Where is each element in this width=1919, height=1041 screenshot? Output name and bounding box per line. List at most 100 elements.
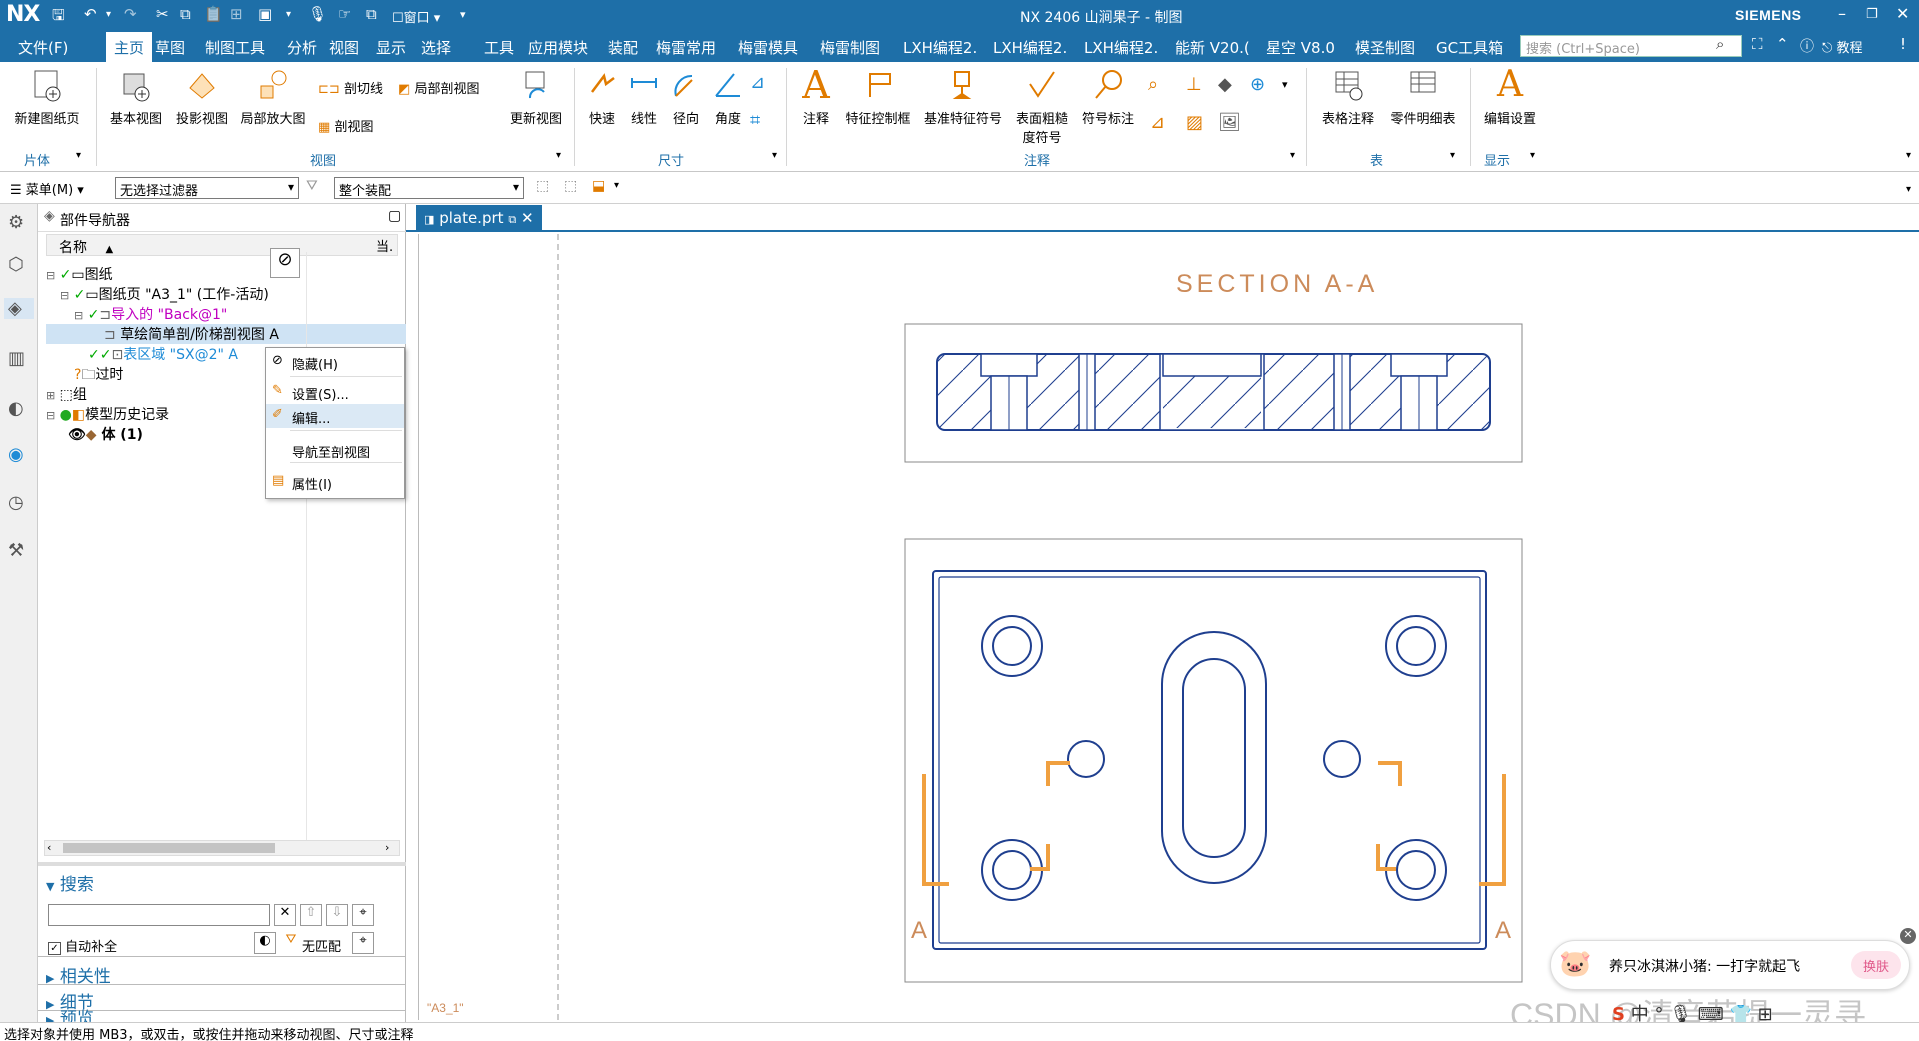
menu-tab-16[interactable]: LXH编程2. — [1084, 37, 1158, 58]
eye-icon[interactable]: 👁 — [68, 427, 86, 443]
snap-dropdown-icon[interactable]: ▾ — [614, 180, 619, 191]
tree-node-sheet[interactable]: ⊟ ✓▭图纸页 "A3_1" (工作-活动) — [60, 284, 320, 304]
popup-close-icon[interactable]: ✕ — [1900, 928, 1916, 944]
save-icon[interactable]: 🖫 — [52, 5, 65, 30]
drawing-canvas[interactable]: SECTION A-A A A "A3_1" — [418, 234, 1919, 1020]
window-menu[interactable]: ☐窗口 ▾ — [392, 7, 440, 26]
tree-node-imported-view[interactable]: ⊟ ✓⊐导入的 "Back@1" — [74, 304, 274, 324]
tabular-note-button[interactable]: 表格注释 — [1314, 68, 1382, 127]
menu-tab-12[interactable]: 梅雷模具 — [738, 37, 798, 58]
section-geometry[interactable] — [936, 353, 1491, 431]
menu-tab-3[interactable]: 制图工具 — [205, 37, 265, 58]
tree-node-section-view[interactable]: ⊐ 草绘简单剖/阶梯剖视图 A — [46, 324, 406, 344]
radial-dimension-button[interactable]: 径向 — [666, 68, 706, 127]
partial-section-button[interactable]: ◩ 局部剖视图 — [398, 78, 479, 97]
skin-button[interactable]: 换肤 — [1851, 951, 1901, 979]
hatch-icon[interactable]: ▨ — [1186, 112, 1203, 133]
menu-tab-2[interactable]: 草图 — [155, 37, 185, 58]
rapid-dimension-button[interactable]: 快速 — [582, 68, 622, 127]
paste-special-icon[interactable]: ⊞ — [230, 5, 243, 23]
ordinate-dimension-icon[interactable]: ⊿ — [750, 72, 765, 93]
customize-qat-icon[interactable]: ▾ — [460, 8, 466, 21]
part-navigator-icon[interactable]: ◈ — [4, 298, 34, 319]
locate-result-icon[interactable]: ⌖ — [352, 932, 374, 954]
search-icon[interactable]: ⌕ — [1716, 35, 1724, 53]
tree-node-drawing[interactable]: ⊟ ✓▭图纸 — [46, 264, 306, 284]
detail-view-button[interactable]: 局部放大图 — [236, 68, 310, 127]
group-display-dropdown-icon[interactable]: ▾ — [1530, 150, 1535, 161]
menu-tab-10[interactable]: 装配 — [608, 37, 638, 58]
history-icon[interactable]: ◷ — [8, 492, 24, 513]
tree-node-history[interactable]: ⊟ ●◧模型历史记录 — [46, 404, 246, 424]
locate-icon[interactable]: ⌖ — [352, 904, 374, 926]
panel-splitter[interactable] — [38, 862, 406, 866]
horizontal-scrollbar[interactable]: ‹ › — [44, 840, 400, 856]
undo-dropdown-icon[interactable]: ▾ — [106, 9, 111, 20]
tree-node-outdated[interactable]: ?🗀过时 — [74, 364, 274, 384]
menu-item-edit[interactable]: ✐ 编辑... — [266, 404, 404, 428]
menu-tab-6[interactable]: 显示 — [376, 37, 406, 58]
fullscreen-icon[interactable]: ⛶ — [1752, 35, 1763, 53]
tab-dock-icon[interactable]: ⧉ — [508, 213, 516, 226]
linear-dimension-button[interactable]: 线性 — [624, 68, 664, 127]
center-mark-dropdown-icon[interactable]: ▾ — [1282, 78, 1288, 91]
ime-popup[interactable]: 🐷 养只冰淇淋小猪: 一打字就起飞 换肤 — [1550, 940, 1910, 990]
menu-tab-11[interactable]: 梅雷常用 — [656, 37, 716, 58]
touch-mode-icon[interactable]: ☞ — [338, 5, 351, 23]
search-up-icon[interactable]: ⇧ — [300, 904, 322, 926]
new-sheet-button[interactable]: 新建图纸页 — [10, 68, 84, 127]
reuse-library-icon[interactable]: ▥ — [8, 348, 25, 369]
settings-gear-icon[interactable]: ⚙ — [8, 212, 24, 233]
sort-asc-icon[interactable]: ▲ — [105, 244, 113, 255]
center-mark-icon[interactable]: ⊕ — [1250, 74, 1265, 95]
search-down-icon[interactable]: ⇩ — [326, 904, 348, 926]
group-annotation-dropdown-icon[interactable]: ▾ — [1290, 150, 1295, 161]
autocomplete-checkbox[interactable]: ✓ 自动补全 — [48, 936, 117, 955]
restore-icon[interactable]: ❐ — [1866, 7, 1878, 22]
menu-tab-18[interactable]: 星空 V8.0 — [1266, 37, 1335, 58]
plan-geometry[interactable] — [932, 570, 1487, 950]
tree-node-body[interactable]: 👁◆ 体 (1) — [68, 424, 268, 444]
main-menu-button[interactable]: ☰ 菜单(M) ▾ — [10, 179, 84, 198]
hd3d-icon[interactable]: ◐ — [8, 398, 24, 419]
tab-close-icon[interactable]: ✕ — [521, 209, 534, 227]
weld-symbol-icon[interactable]: ⊿ — [1150, 112, 1165, 133]
paste-icon[interactable]: 📋 — [204, 5, 223, 23]
menu-tab-4[interactable]: 分析 — [287, 37, 317, 58]
menu-tab-14[interactable]: LXH编程2. — [903, 37, 977, 58]
navigator-search-input[interactable] — [48, 904, 270, 926]
web-browser-icon[interactable]: ◉ — [8, 444, 24, 465]
scroll-left-icon[interactable]: ‹ — [47, 841, 51, 854]
expand-icon[interactable]: ⊞ — [46, 389, 55, 402]
menu-item-properties[interactable]: ▤ 属性(I) — [266, 470, 404, 494]
column-name[interactable]: 名称 — [59, 240, 87, 256]
magnifier-annotation-icon[interactable]: ⌕ — [1148, 74, 1158, 95]
menu-tab-0[interactable]: 文件(F) — [18, 37, 68, 58]
menu-tab-19[interactable]: 模圣制图 — [1355, 37, 1415, 58]
minimize-icon[interactable]: – — [1838, 4, 1846, 23]
command-search-input[interactable]: 搜索 (Ctrl+Space) — [1520, 35, 1742, 57]
snap-point-icon[interactable]: ⬓ — [592, 178, 605, 194]
repeat-dropdown-icon[interactable]: ▾ — [286, 9, 291, 20]
projection-view-button[interactable]: 投影视图 — [170, 68, 234, 127]
repeat-command-icon[interactable]: ▣ — [258, 5, 272, 23]
section-view-label[interactable]: SECTION A-A — [1176, 270, 1378, 298]
group-sheet-dropdown-icon[interactable]: ▾ — [76, 150, 81, 161]
parts-list-button[interactable]: 零件明细表 — [1384, 68, 1462, 127]
menu-tab-7[interactable]: 选择 — [421, 37, 451, 58]
menu-tab-9[interactable]: 应用模块 — [528, 37, 588, 58]
collapse-icon[interactable]: ⊟ — [46, 269, 55, 282]
navigator-maximize-icon[interactable]: ▢ — [388, 208, 401, 224]
section-line-marks[interactable] — [922, 761, 1506, 886]
menu-tab-5[interactable]: 视图 — [329, 37, 359, 58]
collapse-icon[interactable]: ⊟ — [60, 289, 69, 302]
search-options-icon[interactable]: ◐ — [254, 932, 276, 954]
edit-settings-button[interactable]: A 编辑设置 — [1478, 66, 1542, 128]
angular-dimension-button[interactable]: 角度 — [708, 68, 748, 127]
datum-feature-button[interactable]: 基准特征符号 — [918, 68, 1008, 127]
scroll-thumb[interactable] — [63, 843, 275, 853]
chamfer-dimension-icon[interactable]: ⌗ — [750, 110, 760, 131]
tab-plate-prt[interactable]: ◨ plate.prt ⧉ ✕ — [416, 205, 542, 232]
section-line-button[interactable]: ⊏⊐ 剖切线 — [318, 78, 383, 97]
scroll-right-icon[interactable]: › — [385, 841, 389, 854]
